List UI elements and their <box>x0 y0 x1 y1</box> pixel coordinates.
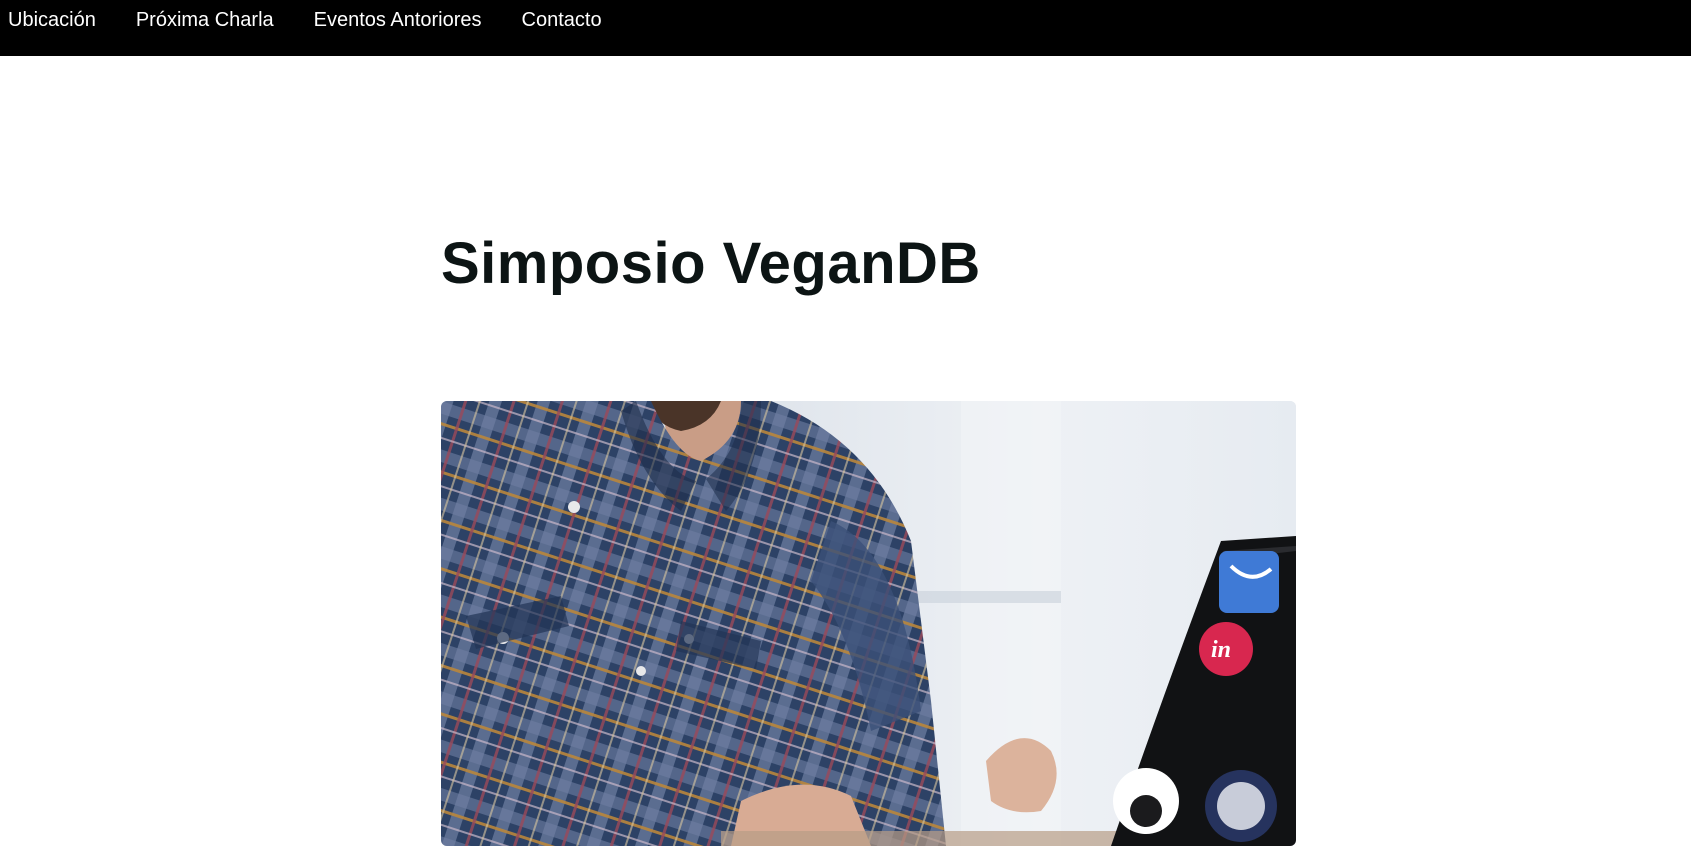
nav-item-eventos-anteriores: Eventos Antoriores <box>314 8 482 32</box>
svg-text:in: in <box>1211 637 1231 663</box>
nav-item-ubicacion: Ubicación <box>8 8 96 32</box>
nav-link-contacto[interactable]: Contacto <box>522 9 602 31</box>
nav-link-ubicacion[interactable]: Ubicación <box>8 9 96 31</box>
photo-person-laptop-icon: in <box>441 401 1296 846</box>
nav-item-contacto: Contacto <box>522 8 602 32</box>
nav-link-proxima-charla[interactable]: Próxima Charla <box>136 9 274 31</box>
page-title: Simposio VeganDB <box>441 231 981 296</box>
top-navbar: Ubicación Próxima Charla Eventos Antorio… <box>0 0 1691 56</box>
hero-image: in <box>441 401 1296 846</box>
nav-list: Ubicación Próxima Charla Eventos Antorio… <box>8 8 602 32</box>
nav-link-eventos-anteriores[interactable]: Eventos Antoriores <box>314 9 482 31</box>
nav-item-proxima-charla: Próxima Charla <box>136 8 274 32</box>
